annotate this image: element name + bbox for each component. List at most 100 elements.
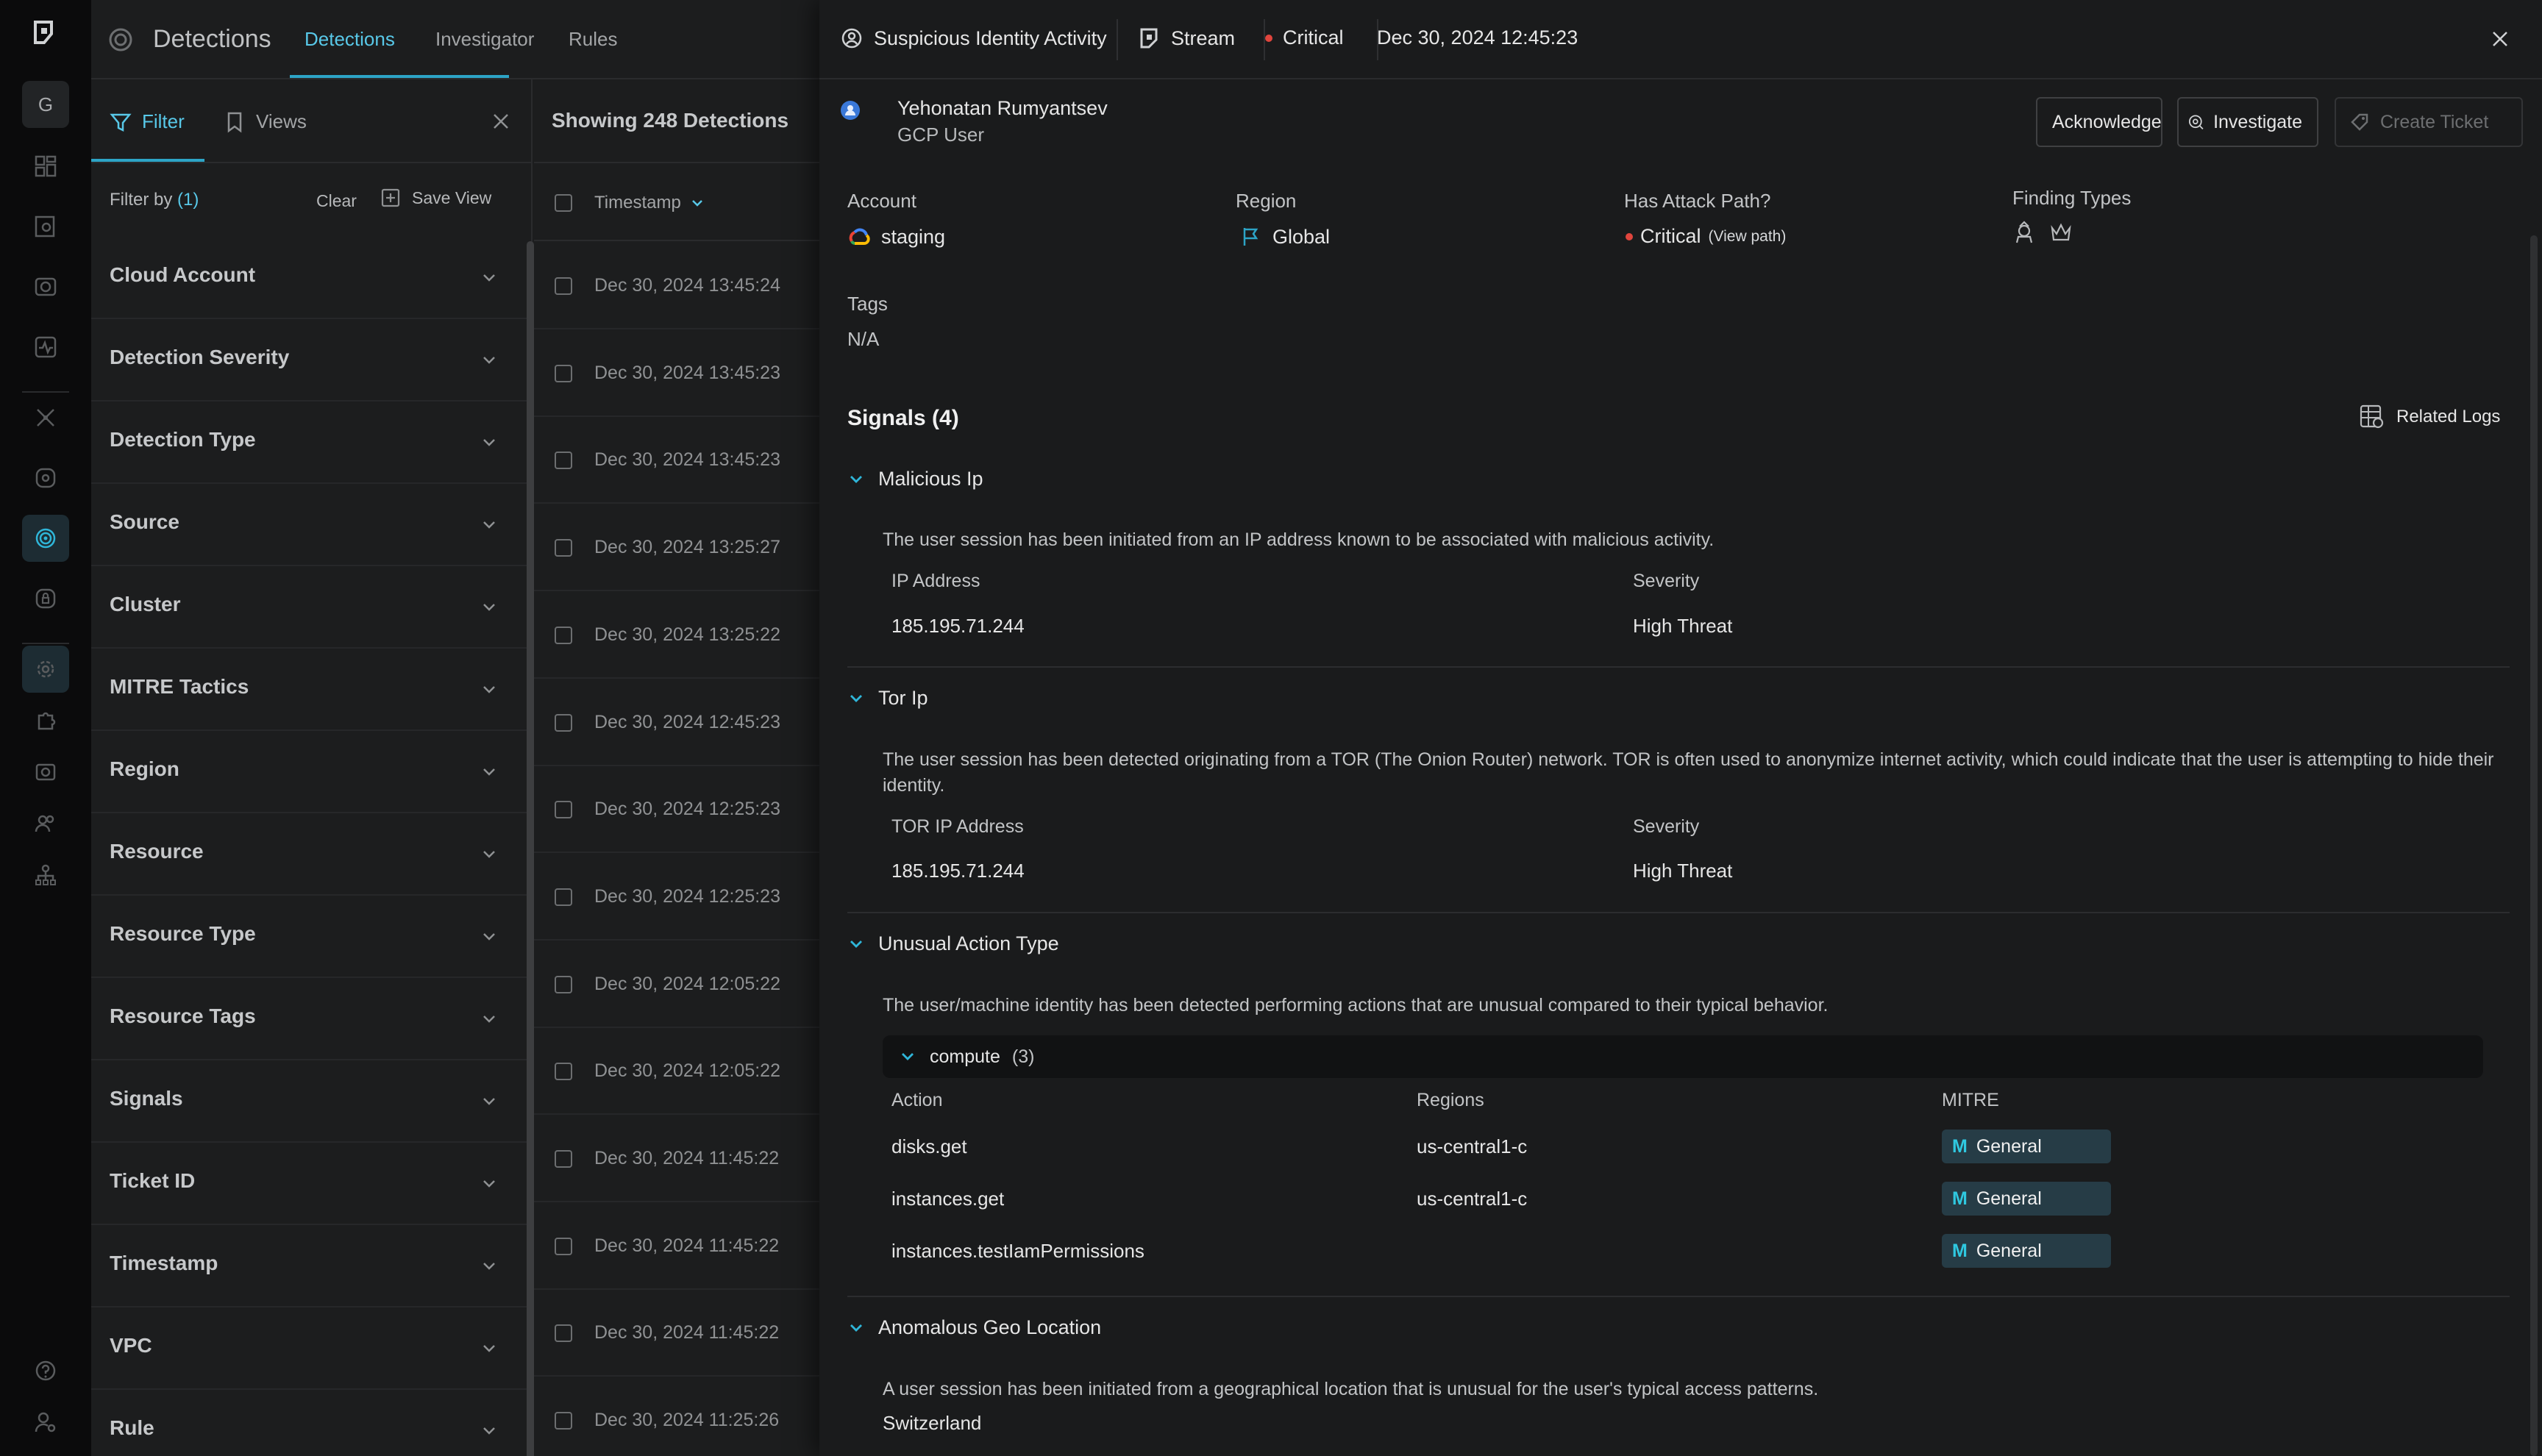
row-checkbox[interactable] xyxy=(555,1237,572,1255)
create-ticket-button[interactable]: Create Ticket xyxy=(2335,97,2523,147)
tab-views[interactable]: Views xyxy=(224,110,307,133)
table-row[interactable]: Dec 30, 2024 12:25:23 xyxy=(534,854,819,941)
shield-icon[interactable] xyxy=(22,454,69,502)
filter-group[interactable]: Timestamp xyxy=(91,1225,533,1307)
table-row[interactable]: Dec 30, 2024 13:25:22 xyxy=(534,592,819,679)
filter-group[interactable]: Source xyxy=(91,484,533,566)
table-row[interactable]: Dec 30, 2024 12:05:22 xyxy=(534,941,819,1028)
mitre-tag[interactable]: M General xyxy=(1942,1130,2111,1163)
table-row[interactable]: Dec 30, 2024 11:45:22 xyxy=(534,1203,819,1290)
org-avatar-letter: G xyxy=(38,93,54,115)
row-checkbox[interactable] xyxy=(555,277,572,295)
filter-group[interactable]: Rule xyxy=(91,1390,533,1456)
user-settings-icon[interactable] xyxy=(22,1399,69,1446)
row-checkbox[interactable] xyxy=(555,801,572,819)
help-icon[interactable] xyxy=(22,1347,69,1394)
tab-investigator[interactable]: Investigator xyxy=(435,28,534,51)
divider xyxy=(847,666,2510,668)
investigate-button[interactable]: Investigate xyxy=(2177,97,2318,147)
users-icon[interactable] xyxy=(22,800,69,847)
row-timestamp: Dec 30, 2024 11:45:22 xyxy=(594,1235,780,1256)
table-row[interactable]: Dec 30, 2024 13:45:23 xyxy=(534,330,819,417)
close-icon[interactable] xyxy=(491,112,510,131)
save-view-button[interactable]: Save View xyxy=(380,187,491,209)
signal-tor-ip-header[interactable]: Tor Ip xyxy=(849,687,928,710)
filter-scrollbar[interactable] xyxy=(527,241,534,1456)
filter-group[interactable]: Ticket ID xyxy=(91,1143,533,1225)
row-checkbox[interactable] xyxy=(555,1063,572,1081)
signal-geo-location-header[interactable]: Anomalous Geo Location xyxy=(849,1316,1101,1339)
row-checkbox[interactable] xyxy=(555,626,572,644)
scan-icon[interactable] xyxy=(22,749,69,796)
row-checkbox[interactable] xyxy=(555,1412,572,1430)
table-row[interactable]: Dec 30, 2024 11:45:22 xyxy=(534,1116,819,1202)
tab-detections[interactable]: Detections xyxy=(305,28,395,51)
acknowledge-button[interactable]: Acknowledge xyxy=(2036,97,2162,147)
action-name: instances.get xyxy=(891,1188,1005,1210)
filter-group[interactable]: Detection Type xyxy=(91,402,533,484)
table-row[interactable]: Dec 30, 2024 13:45:23 xyxy=(534,417,819,504)
inventory-search-icon[interactable] xyxy=(22,203,69,250)
related-logs-button[interactable]: Related Logs xyxy=(2358,403,2500,431)
signal-malicious-ip-header[interactable]: Malicious Ip xyxy=(849,468,983,490)
table-row[interactable]: Dec 30, 2024 11:25:26 xyxy=(534,1377,819,1456)
detections-radar-icon[interactable] xyxy=(22,515,69,562)
org-avatar[interactable]: G xyxy=(22,81,69,128)
filter-group[interactable]: Signals xyxy=(91,1060,533,1143)
filter-group[interactable]: MITRE Tactics xyxy=(91,649,533,731)
mitre-tag[interactable]: M General xyxy=(1942,1234,2111,1268)
acknowledge-label: Acknowledge xyxy=(2052,111,2162,132)
filter-group-label: VPC xyxy=(110,1334,152,1357)
dashboard-icon[interactable] xyxy=(22,143,69,190)
clear-filters-button[interactable]: Clear xyxy=(316,191,357,211)
filter-group[interactable]: Resource Type xyxy=(91,896,533,978)
filter-group[interactable]: Resource Tags xyxy=(91,978,533,1060)
tab-filter[interactable]: Filter xyxy=(110,110,185,133)
mitre-tag[interactable]: M General xyxy=(1942,1182,2111,1216)
row-checkbox[interactable] xyxy=(555,1324,572,1343)
settings-gear-icon[interactable] xyxy=(22,646,69,693)
row-checkbox[interactable] xyxy=(555,539,572,557)
row-timestamp: Dec 30, 2024 11:45:22 xyxy=(594,1322,780,1343)
detail-scrollbar[interactable] xyxy=(2530,235,2538,1456)
table-row[interactable]: Dec 30, 2024 12:05:22 xyxy=(534,1028,819,1116)
mitre-column-label: MITRE xyxy=(1942,1090,1999,1110)
table-row[interactable]: Dec 30, 2024 12:45:23 xyxy=(534,679,819,766)
close-icon[interactable] xyxy=(2491,29,2510,49)
filter-group[interactable]: VPC xyxy=(91,1307,533,1390)
camera-icon[interactable] xyxy=(22,263,69,310)
row-checkbox[interactable] xyxy=(555,713,572,732)
attack-path-value: Critical (View path) xyxy=(1626,225,1786,248)
signal-unusual-action-header[interactable]: Unusual Action Type xyxy=(849,932,1059,955)
hierarchy-icon[interactable] xyxy=(22,852,69,899)
puzzle-icon[interactable] xyxy=(22,697,69,744)
filter-group[interactable]: Detection Severity xyxy=(91,319,533,402)
activity-icon[interactable] xyxy=(22,324,69,371)
table-row[interactable]: Dec 30, 2024 13:45:24 xyxy=(534,243,819,329)
compute-group-toggle[interactable]: compute (3) xyxy=(883,1035,2483,1078)
lock-icon[interactable] xyxy=(22,575,69,622)
row-checkbox[interactable] xyxy=(555,888,572,906)
table-row[interactable]: Dec 30, 2024 12:25:23 xyxy=(534,766,819,854)
view-path-link[interactable]: (View path) xyxy=(1709,228,1787,246)
filter-group[interactable]: Resource xyxy=(91,813,533,896)
filter-group[interactable]: Cluster xyxy=(91,566,533,649)
filter-group[interactable]: Cloud Account xyxy=(91,237,533,319)
row-checkbox[interactable] xyxy=(555,364,572,382)
row-checkbox[interactable] xyxy=(555,1150,572,1168)
filter-group[interactable]: Region xyxy=(91,731,533,813)
table-row[interactable]: Dec 30, 2024 13:25:27 xyxy=(534,504,819,592)
row-checkbox[interactable] xyxy=(555,452,572,470)
signal-title: Malicious Ip xyxy=(878,468,983,490)
tab-rules[interactable]: Rules xyxy=(569,28,617,51)
chevron-down-icon xyxy=(483,1180,495,1188)
row-checkbox[interactable] xyxy=(555,975,572,993)
select-all-checkbox[interactable] xyxy=(555,194,572,212)
chevron-down-icon xyxy=(850,1324,862,1332)
timestamp-column-header[interactable]: Timestamp xyxy=(594,193,705,213)
mitre-logo-icon: M xyxy=(1952,1188,1968,1209)
network-icon[interactable] xyxy=(22,394,69,441)
table-row[interactable]: Dec 30, 2024 11:45:22 xyxy=(534,1290,819,1377)
chevron-down-icon xyxy=(483,851,495,858)
region-label: Region xyxy=(1236,190,1297,212)
